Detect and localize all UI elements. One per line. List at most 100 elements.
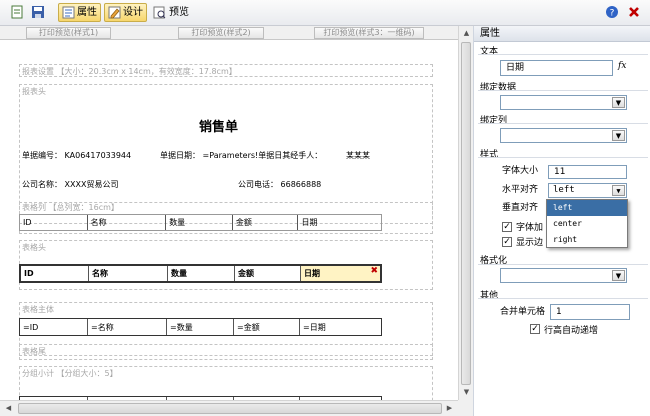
help-icon[interactable]: ? <box>605 5 619 19</box>
tab-preview-style3[interactable]: 打印预览(样式3：一维码) <box>314 27 424 39</box>
report-title[interactable]: 销售单 <box>199 116 238 135</box>
head-cell-amount[interactable]: 金额 <box>235 266 301 281</box>
table-columns-label: 表格列 【总列宽：16cm】 <box>22 203 119 212</box>
chevron-down-icon[interactable]: ▼ <box>612 130 625 141</box>
table-head-row: ID 名称 数量 金额 日期 ✖ <box>19 264 382 283</box>
property-panel-title: 属性 <box>474 26 650 42</box>
option-center[interactable]: center <box>547 216 627 232</box>
bind-column-label: 绑定列 <box>480 116 508 126</box>
bold-label: 字体加 <box>516 223 544 233</box>
company-name-field[interactable]: 公司名称： XXXX贸易公司 <box>22 179 118 190</box>
vertical-scrollbar[interactable]: ▲ ▼ <box>458 26 473 400</box>
text-input[interactable]: 日期 <box>500 60 613 76</box>
body-cell-date[interactable]: =日期 <box>300 319 381 335</box>
scroll-down-arrow-icon[interactable]: ▼ <box>460 386 473 399</box>
doc-number-field[interactable]: 单据编号： KA06417033944 <box>22 150 131 161</box>
head-cell-date[interactable]: 日期 ✖ <box>301 266 380 281</box>
svg-text:?: ? <box>610 9 615 19</box>
formula-fx-icon[interactable]: fx <box>618 61 626 71</box>
horizontal-align-select[interactable]: left ▼ <box>548 183 627 198</box>
chevron-down-icon[interactable]: ▼ <box>612 185 625 196</box>
bind-data-label: 绑定数据 <box>480 83 517 93</box>
body-cell-id[interactable]: =ID <box>20 319 88 335</box>
delete-cell-icon[interactable]: ✖ <box>370 266 378 276</box>
table-head-label: 表格头 <box>22 243 46 252</box>
body-cell-qty[interactable]: =数量 <box>167 319 234 335</box>
divider <box>478 264 648 265</box>
divider <box>478 157 648 158</box>
bind-column-select[interactable]: ▼ <box>500 128 627 143</box>
table-body-row: =ID =名称 =数量 =金额 =日期 <box>19 318 382 336</box>
report-settings-label: 报表设置 【大小：20.3cm x 14cm，有效宽度：17.8cm】 <box>22 67 237 76</box>
vertical-align-label: 垂直对齐 <box>502 203 539 213</box>
show-border-checkbox[interactable]: ✓ <box>502 237 512 247</box>
attribute-button-label: 属性 <box>77 7 97 18</box>
other-label: 其他 <box>480 291 499 301</box>
preview-button-label: 预览 <box>169 7 189 18</box>
option-right[interactable]: right <box>547 232 627 248</box>
column-qty[interactable]: 数量 <box>166 215 233 230</box>
column-id[interactable]: ID <box>20 215 88 230</box>
toolbar: 属性 设计 预览 ? <box>0 0 650 26</box>
auto-row-height-checkbox[interactable]: ✓ <box>530 324 540 334</box>
doc-date-field[interactable]: 单据日期： =Parameters!单据日其经手人： <box>160 150 322 161</box>
design-button-label: 设计 <box>123 7 143 18</box>
handler-field[interactable]: 某某某 <box>346 150 370 161</box>
divider <box>478 298 648 299</box>
scroll-corner <box>458 400 473 416</box>
font-size-input[interactable]: 11 <box>548 165 627 179</box>
body-cell-amount[interactable]: =金额 <box>234 319 300 335</box>
body-cell-name[interactable]: =名称 <box>88 319 167 335</box>
head-cell-name[interactable]: 名称 <box>89 266 168 281</box>
design-button[interactable]: 设计 <box>104 3 147 22</box>
format-select[interactable]: ▼ <box>500 268 627 283</box>
column-header-row: ID 名称 数量 金额 日期 <box>19 214 382 231</box>
divider <box>478 123 648 124</box>
vertical-scroll-thumb[interactable] <box>461 42 471 385</box>
scroll-right-arrow-icon[interactable]: ▶ <box>443 402 456 415</box>
tab-preview-style2[interactable]: 打印预览(样式2) <box>178 27 264 39</box>
report-header-label: 报表头 <box>22 87 46 96</box>
bind-data-select[interactable]: ▼ <box>500 95 627 110</box>
font-size-label: 字体大小 <box>502 166 539 176</box>
head-cell-qty[interactable]: 数量 <box>168 266 235 281</box>
group-subtotal-label: 分组小计 【分组大小：5】 <box>22 369 118 378</box>
design-icon <box>108 6 121 19</box>
save-icon[interactable] <box>31 5 45 19</box>
show-border-label: 显示边 <box>516 238 544 248</box>
print-preview-tabs: 打印预览(样式1) 打印预览(样式2) 打印预览(样式3：一维码) <box>0 26 458 40</box>
divider <box>478 54 648 55</box>
tab-preview-style1[interactable]: 打印预览(样式1) <box>26 27 111 39</box>
design-canvas[interactable]: 打印预览(样式1) 打印预览(样式2) 打印预览(样式3：一维码) 报表设置 【… <box>0 26 458 400</box>
table-body-label: 表格主体 <box>22 305 54 314</box>
preview-button[interactable]: 预览 <box>153 3 193 22</box>
option-left[interactable]: left <box>547 200 627 216</box>
scroll-left-arrow-icon[interactable]: ◀ <box>2 402 15 415</box>
horizontal-align-value: left <box>553 185 575 195</box>
column-amount[interactable]: 金额 <box>233 215 299 230</box>
table-footer-section[interactable] <box>19 344 433 360</box>
chevron-down-icon[interactable]: ▼ <box>612 97 625 108</box>
head-cell-date-label: 日期 <box>304 269 320 278</box>
merge-cells-label: 合并单元格 <box>500 307 546 317</box>
horizontal-scrollbar[interactable]: ◀ ▶ <box>0 400 458 416</box>
close-icon[interactable] <box>627 5 641 19</box>
column-date[interactable]: 日期 <box>298 215 381 230</box>
scroll-up-arrow-icon[interactable]: ▲ <box>460 27 473 40</box>
attribute-button[interactable]: 属性 <box>58 3 101 22</box>
horizontal-align-label: 水平对齐 <box>502 185 539 195</box>
style-label: 样式 <box>480 150 499 160</box>
auto-row-height-label: 行高自动递增 <box>544 326 599 336</box>
column-name[interactable]: 名称 <box>88 215 167 230</box>
horizontal-align-dropdown: left center right <box>546 199 628 248</box>
company-phone-field[interactable]: 公司电话： 66866888 <box>238 179 321 190</box>
attribute-icon <box>62 6 75 19</box>
merge-cells-input[interactable]: 1 <box>550 304 630 320</box>
preview-icon <box>153 6 166 19</box>
chevron-down-icon[interactable]: ▼ <box>612 270 625 281</box>
text-label: 文本 <box>480 47 499 57</box>
bold-checkbox[interactable]: ✓ <box>502 222 512 232</box>
new-document-icon[interactable] <box>10 5 24 19</box>
horizontal-scroll-thumb[interactable] <box>18 403 442 414</box>
head-cell-id[interactable]: ID <box>21 266 89 281</box>
